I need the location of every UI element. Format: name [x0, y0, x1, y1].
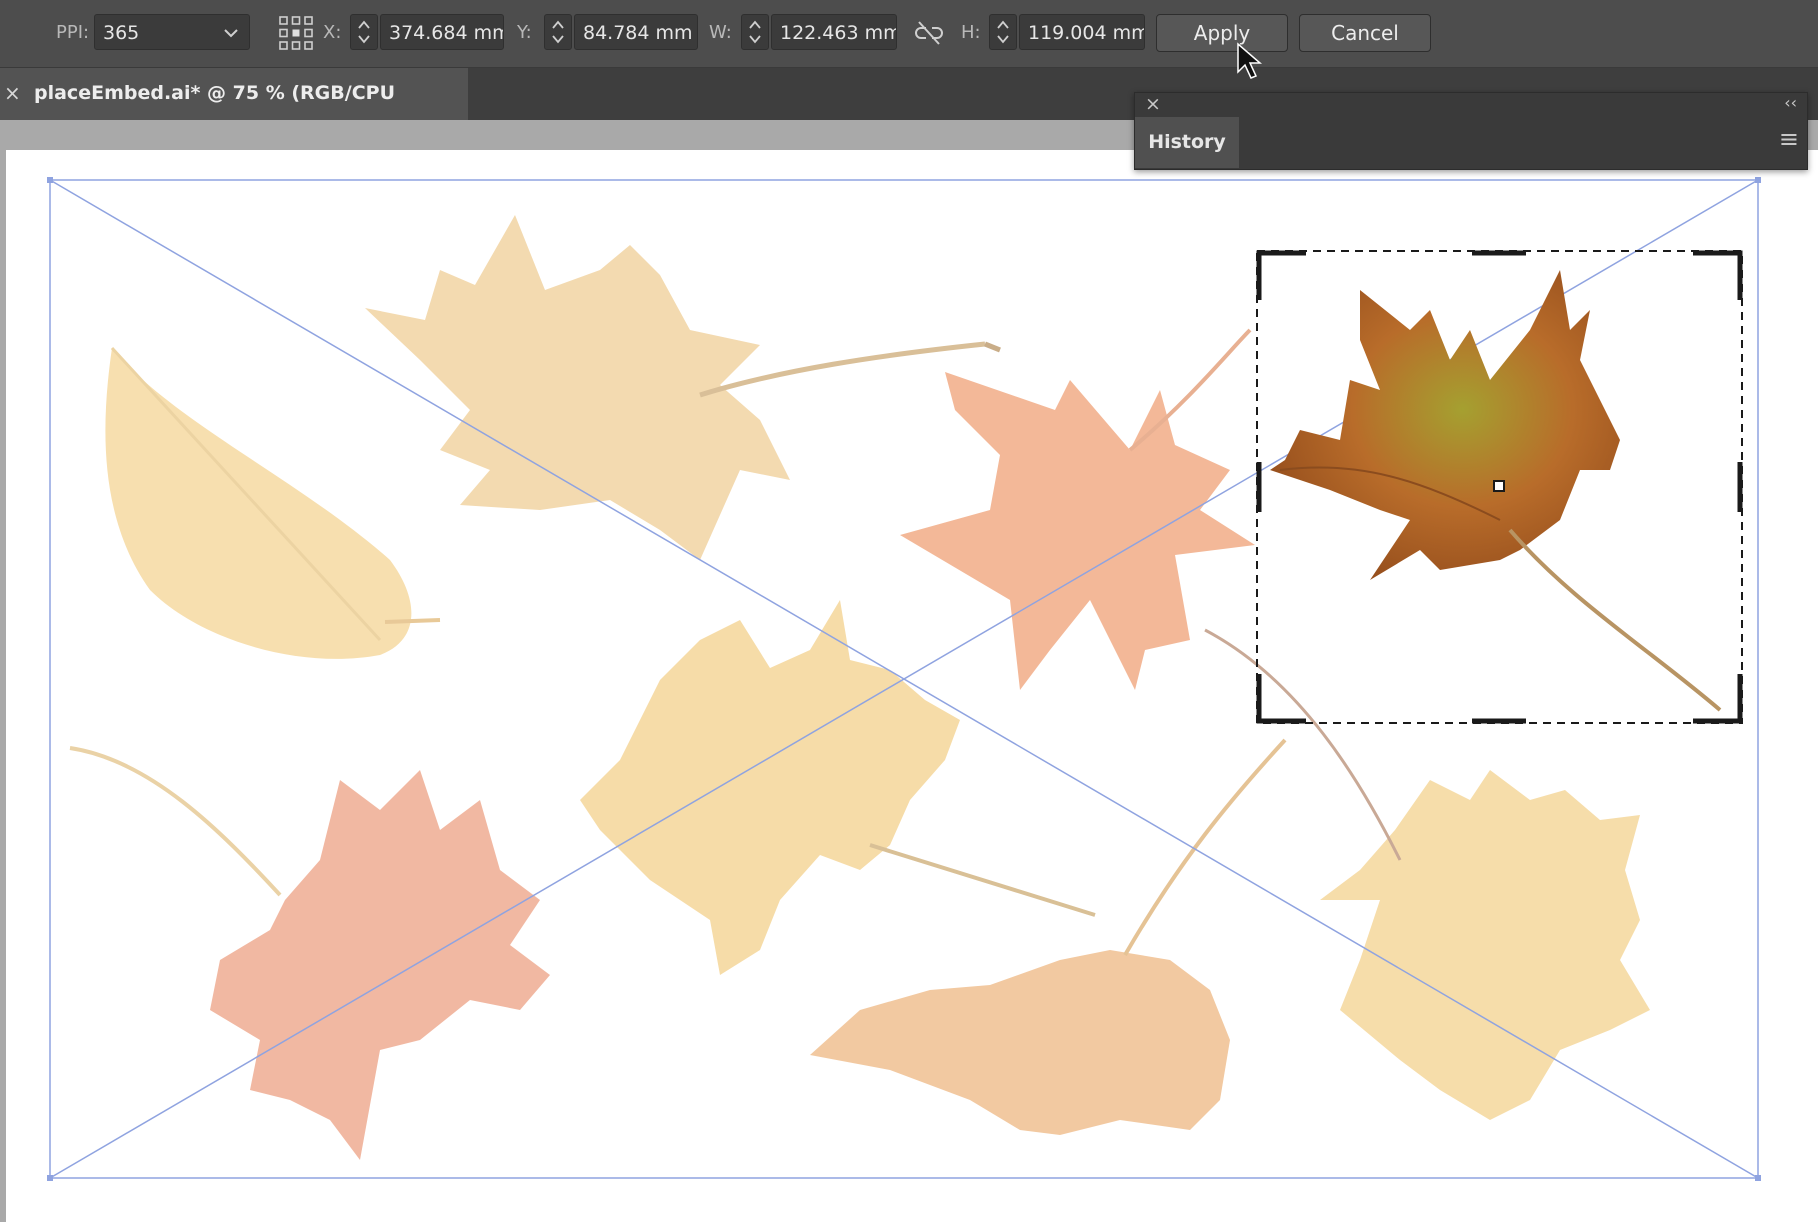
tab-history[interactable]: History — [1135, 117, 1239, 168]
leaf-maple-bottom-right — [1204, 628, 1650, 1120]
artwork-scene[interactable] — [0, 0, 1818, 1222]
arrow-pointer-icon — [1237, 42, 1263, 79]
panel-collapse-icon[interactable]: ‹‹ — [1784, 93, 1797, 112]
leaf-japanese-maple — [900, 328, 1255, 690]
panel-close-icon[interactable]: × — [1145, 93, 1161, 115]
leaf-maple-top — [365, 215, 1001, 560]
leaf-elm — [105, 346, 441, 659]
panel-menu-icon[interactable]: ≡ — [1779, 125, 1799, 153]
leaf-maple-bottom-left — [69, 746, 550, 1160]
history-panel: × ‹‹ History ≡ — [1134, 92, 1808, 170]
